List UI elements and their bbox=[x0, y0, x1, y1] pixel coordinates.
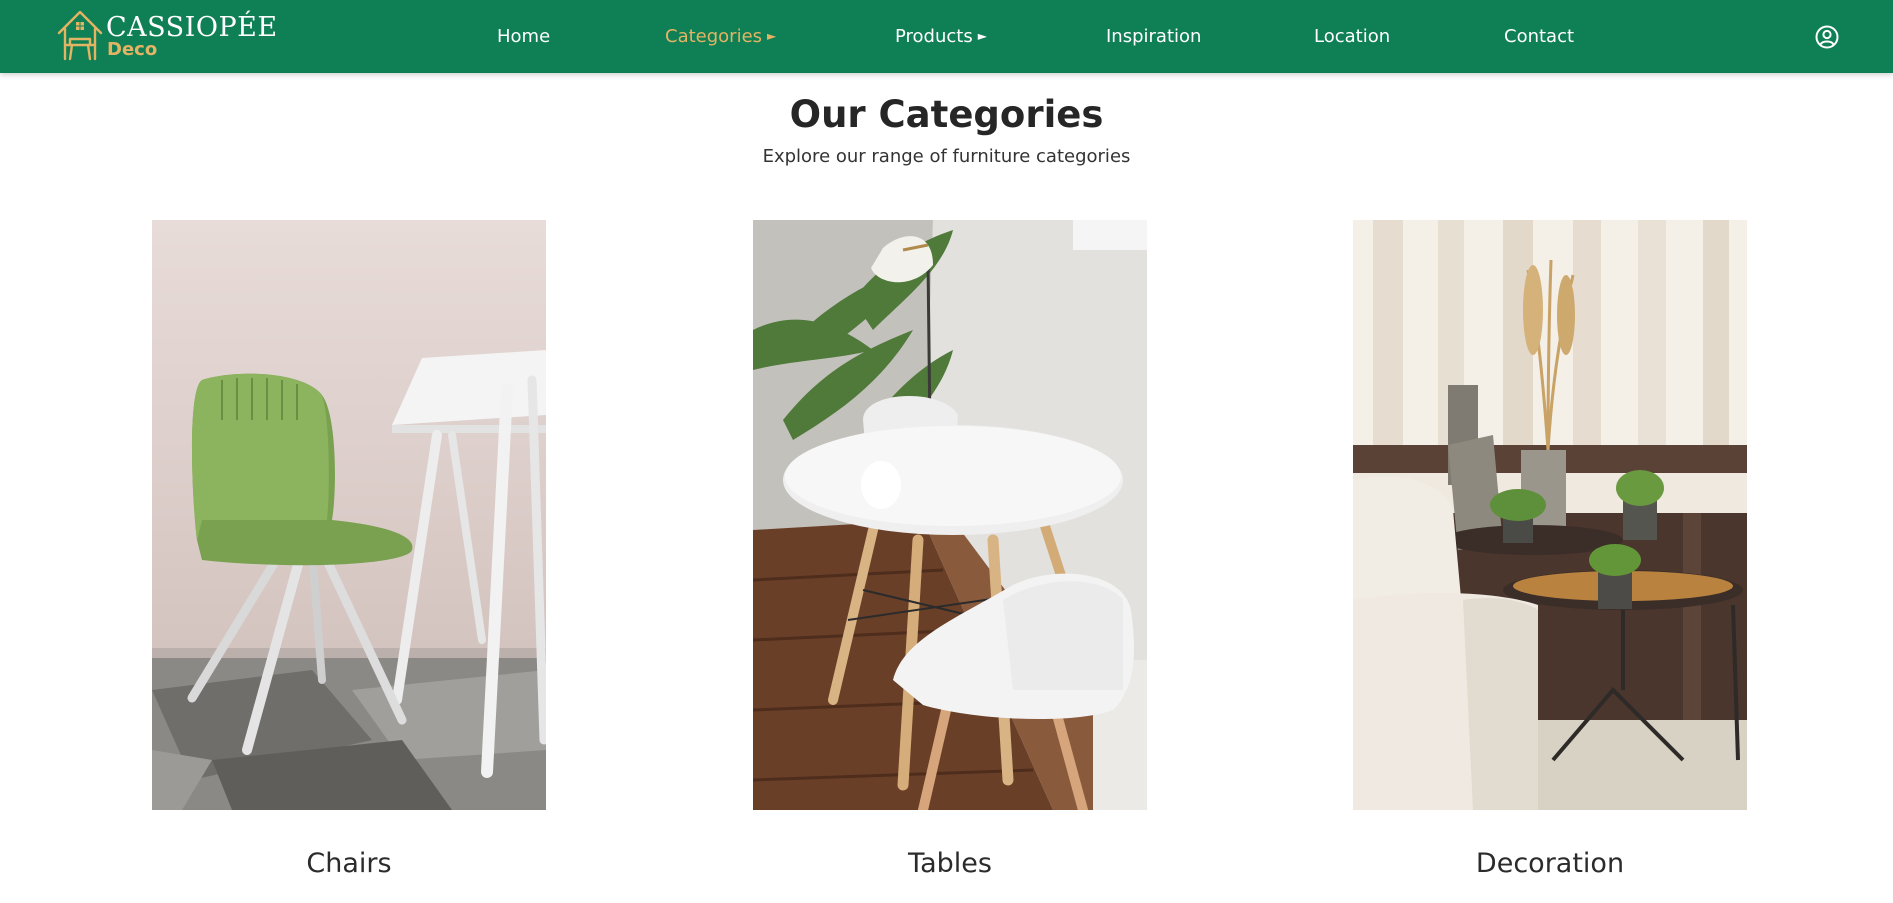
page-title: Our Categories bbox=[789, 93, 1104, 136]
nav-item-inspiration[interactable]: Inspiration bbox=[1106, 24, 1201, 50]
table-photo-illustration bbox=[753, 220, 1147, 810]
category-label[interactable]: Decoration bbox=[1353, 848, 1747, 880]
nav-item-label: Products bbox=[895, 26, 973, 47]
nav-item-location[interactable]: Location bbox=[1314, 24, 1390, 50]
main-navbar: CASSIOPÉE Deco Home Categories ► Products… bbox=[0, 0, 1893, 73]
category-image-chairs[interactable] bbox=[152, 220, 546, 810]
user-circle-icon bbox=[1815, 25, 1839, 49]
nav-item-label: Inspiration bbox=[1106, 26, 1202, 47]
account-button[interactable] bbox=[1814, 24, 1840, 50]
nav-item-home[interactable]: Home bbox=[497, 24, 550, 50]
brand-subname: Deco bbox=[107, 39, 158, 60]
submenu-arrow-icon: ► bbox=[977, 29, 987, 43]
category-card-decoration[interactable]: Decoration bbox=[1353, 220, 1747, 879]
nav-item-contact[interactable]: Contact bbox=[1504, 24, 1574, 50]
nav-item-products[interactable]: Products ► bbox=[895, 24, 987, 50]
chair-photo-illustration bbox=[152, 220, 546, 810]
nav-item-label: Location bbox=[1314, 26, 1391, 47]
page-subtitle: Explore our range of furniture categorie… bbox=[762, 146, 1131, 167]
category-card-chairs[interactable]: Chairs bbox=[152, 220, 546, 879]
house-chair-logo-icon bbox=[57, 10, 103, 61]
nav-item-label: Home bbox=[497, 26, 551, 47]
nav-item-categories[interactable]: Categories ► bbox=[665, 24, 776, 50]
category-card-tables[interactable]: Tables bbox=[753, 220, 1147, 879]
submenu-arrow-icon: ► bbox=[767, 29, 777, 43]
nav-item-label: Categories bbox=[665, 26, 763, 47]
category-label[interactable]: Chairs bbox=[152, 848, 546, 880]
category-label[interactable]: Tables bbox=[753, 848, 1147, 880]
category-image-tables[interactable] bbox=[753, 220, 1147, 810]
brand-logo[interactable]: CASSIOPÉE Deco bbox=[56, 9, 277, 65]
nav-item-label: Contact bbox=[1504, 26, 1575, 47]
decoration-photo-illustration bbox=[1353, 220, 1747, 810]
category-image-decoration[interactable] bbox=[1353, 220, 1747, 810]
